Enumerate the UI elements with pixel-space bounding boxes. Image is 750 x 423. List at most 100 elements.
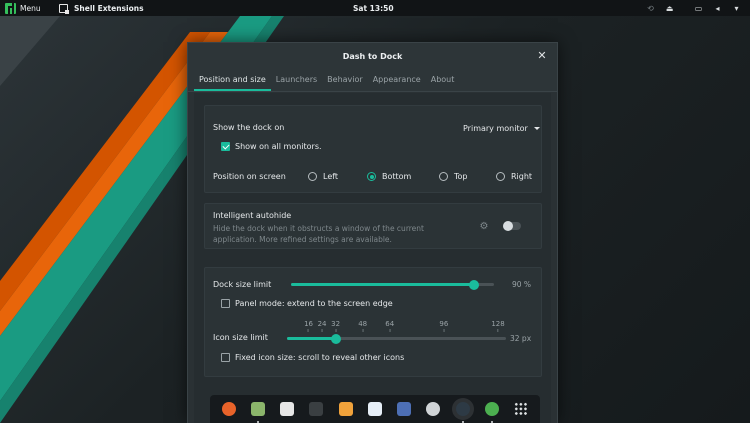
tab-content: Show the dock on Primary monitor Show on… — [194, 93, 551, 423]
gear-icon[interactable]: ⚙ — [477, 220, 491, 234]
menu-label: Menu — [20, 3, 41, 13]
dock-size-value: 90 % — [512, 280, 532, 289]
tab-appearance[interactable]: Appearance — [368, 70, 426, 91]
position-left-label: Left — [323, 172, 339, 181]
radio-icon — [496, 172, 505, 181]
toggle-knob — [503, 221, 513, 231]
all-monitors-label: Show on all monitors. — [235, 142, 322, 151]
icon-size-slider-handle[interactable] — [330, 333, 341, 344]
icon-size-slider[interactable] — [287, 333, 506, 344]
dock-item[interactable] — [393, 398, 415, 420]
checkbox-checked-icon — [221, 142, 230, 151]
manjaro-logo-icon — [5, 2, 16, 14]
dock-size-slider-fill — [291, 283, 474, 286]
dock-item[interactable] — [481, 398, 503, 423]
position-left-radio[interactable]: Left — [308, 172, 338, 181]
icon-size-slider-fill — [287, 337, 336, 340]
icon-size-limit-label: Icon size limit — [213, 333, 268, 342]
icon-size-tick: 16 — [304, 320, 313, 332]
radio-selected-icon — [367, 172, 376, 181]
dash-to-dock-dialog: Dash to Dock ✕ Position and size Launche… — [187, 42, 558, 423]
dock-item[interactable] — [335, 398, 357, 420]
position-bottom-label: Bottom — [382, 172, 412, 181]
all-monitors-checkbox[interactable]: Show on all monitors. — [221, 142, 322, 151]
autohide-description-line-1: Hide the dock when it obstructs a window… — [213, 224, 424, 233]
monitor-dropdown[interactable]: Primary monitor — [459, 120, 543, 136]
dock — [210, 395, 540, 423]
autohide-group: Intelligent autohide Hide the dock when … — [204, 203, 542, 249]
tab-bar: Position and size Launchers Behavior App… — [188, 70, 557, 92]
icon-size-tick: 128 — [491, 320, 504, 332]
position-on-screen-label: Position on screen — [213, 172, 286, 181]
tab-launchers[interactable]: Launchers — [271, 70, 322, 91]
icon-size-tick: 24 — [318, 320, 327, 332]
position-right-label: Right — [511, 172, 533, 181]
clock[interactable]: Sat 13:50 — [353, 0, 394, 16]
tab-position-and-size[interactable]: Position and size — [194, 70, 271, 91]
position-top-label: Top — [454, 172, 468, 181]
dock-item[interactable] — [305, 398, 327, 420]
sync-icon[interactable]: ⟲ — [645, 0, 656, 16]
autohide-toggle[interactable] — [503, 221, 521, 231]
system-tray: ⟲ ⏏ ▭ ◂ ▾ — [645, 0, 742, 16]
power-icon[interactable]: ▾ — [731, 0, 742, 16]
tab-behavior[interactable]: Behavior — [322, 70, 368, 91]
autohide-description-line-2: application. More refined settings are a… — [213, 235, 392, 244]
dock-size-slider-handle[interactable] — [468, 279, 479, 290]
dock-item[interactable] — [510, 398, 532, 420]
dock-item[interactable] — [276, 398, 298, 420]
dock-item[interactable] — [364, 398, 386, 420]
checkbox-icon — [221, 299, 230, 308]
icon-size-tick: 32 — [331, 320, 340, 332]
app-grid-icon — [514, 402, 529, 416]
settings-icon — [455, 402, 470, 416]
volume-icon[interactable]: ◂ — [712, 0, 723, 16]
chevron-down-icon — [533, 126, 540, 130]
tab-about[interactable]: About — [426, 70, 460, 91]
dock-item[interactable] — [451, 398, 474, 423]
extensions-icon — [59, 3, 69, 14]
dialog-title: Dash to Dock — [342, 52, 403, 61]
display-icon[interactable]: ▭ — [693, 0, 704, 16]
icon-size-tick: 96 — [439, 320, 448, 332]
dialog-titlebar: Dash to Dock ✕ — [188, 43, 557, 70]
fixed-icon-size-checkbox[interactable]: Fixed icon size: scroll to reveal other … — [221, 353, 404, 362]
dock-size-slider[interactable] — [291, 279, 494, 290]
radio-icon — [439, 172, 448, 181]
panel-mode-checkbox[interactable]: Panel mode: extend to the screen edge — [221, 299, 393, 308]
dock-item[interactable] — [218, 398, 240, 420]
icon-size-value: 32 px — [510, 334, 532, 343]
active-app-label: Shell Extensions — [74, 3, 144, 13]
active-app-button[interactable]: Shell Extensions — [59, 0, 144, 16]
icon-size-tick: 64 — [385, 320, 394, 332]
downloader-icon — [338, 402, 353, 416]
position-top-radio[interactable]: Top — [439, 172, 468, 181]
checkbox-icon — [221, 353, 230, 362]
position-right-radio[interactable]: Right — [496, 172, 532, 181]
dock-size-limit-label: Dock size limit — [213, 280, 272, 289]
menu-button[interactable]: Menu — [5, 0, 41, 16]
clock-label: Sat 13:50 — [353, 3, 394, 13]
terminal-icon — [309, 402, 324, 416]
size-group: Dock size limit 90 % Panel mode: extend … — [204, 267, 542, 377]
monitor-position-group: Show the dock on Primary monitor Show on… — [204, 105, 542, 193]
show-dock-on-label: Show the dock on — [213, 123, 285, 132]
radio-icon — [308, 172, 317, 181]
software-icon — [485, 402, 500, 416]
screenshot-icon — [397, 402, 412, 416]
autohide-label: Intelligent autohide — [213, 211, 292, 220]
close-button[interactable]: ✕ — [536, 50, 548, 62]
top-bar: Menu Shell Extensions Sat 13:50 ⟲ ⏏ ▭ ◂ … — [0, 0, 750, 16]
chat-icon — [367, 402, 382, 416]
text-editor-icon — [280, 402, 295, 416]
dock-item[interactable] — [422, 398, 444, 420]
fixed-icon-size-label: Fixed icon size: scroll to reveal other … — [235, 353, 405, 362]
position-bottom-radio[interactable]: Bottom — [367, 172, 411, 181]
disks-icon — [426, 402, 441, 416]
monitor-dropdown-value: Primary monitor — [463, 123, 528, 133]
eject-icon[interactable]: ⏏ — [664, 0, 675, 16]
panel-mode-label: Panel mode: extend to the screen edge — [235, 299, 393, 308]
dock-item[interactable] — [247, 398, 269, 423]
firefox-icon — [221, 402, 236, 416]
files-icon — [250, 402, 265, 416]
